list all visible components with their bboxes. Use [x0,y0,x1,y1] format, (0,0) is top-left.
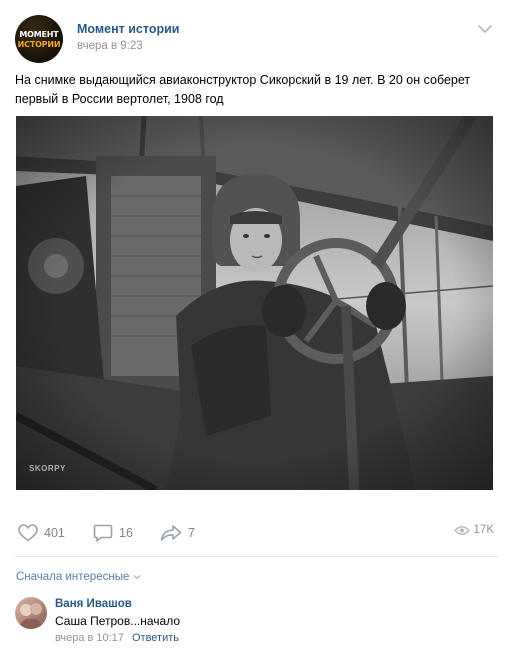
comment-button[interactable]: 16 [93,518,133,548]
eye-icon [453,525,470,535]
views-counter: 17K [453,524,494,536]
comment-meta: вчера в 10:17 Ответить [55,632,179,644]
comment-text: Саша Петров...начало [55,614,181,628]
comments-sort-label: Сначала интересные [16,571,130,583]
share-button[interactable]: 7 [160,518,195,548]
like-button[interactable]: 401 [18,518,65,548]
chevron-down-icon[interactable] [477,24,493,34]
comment-count: 16 [119,526,133,540]
photo-watermark: SKORPY [29,464,66,473]
post-card: МОМЕНТ ИСТОРИИ Момент истории вчера в 9:… [0,0,514,650]
community-name[interactable]: Момент истории [77,22,179,36]
commenter-avatar[interactable] [15,597,47,629]
community-avatar[interactable]: МОМЕНТ ИСТОРИИ [15,15,63,63]
share-arrow-icon [160,525,182,541]
comments-sort-dropdown[interactable]: Сначала интересные [16,571,141,583]
post-actions-bar: 401 16 7 17K [0,518,514,548]
heart-icon [18,524,38,542]
photo-drawing [16,116,493,490]
comment-bubble-icon [93,524,113,542]
chevron-down-icon [133,575,141,580]
share-count: 7 [188,526,195,540]
post-text: На снимке выдающийся авиаконструктор Сик… [15,73,471,106]
comment-time[interactable]: вчера в 10:17 [55,632,124,644]
like-count: 401 [44,526,65,540]
commenter-avatar-photo [18,603,45,629]
comment-author[interactable]: Ваня Ивашов [55,598,132,610]
reply-link[interactable]: Ответить [132,632,179,644]
avatar-logo-line1: МОМЕНТ [19,30,59,39]
post-photo[interactable]: SKORPY [16,116,493,490]
avatar-logo-line2: ИСТОРИИ [17,40,61,49]
actions-divider [15,556,499,557]
post-time[interactable]: вчера в 9:23 [77,40,143,52]
views-count: 17K [473,524,494,536]
